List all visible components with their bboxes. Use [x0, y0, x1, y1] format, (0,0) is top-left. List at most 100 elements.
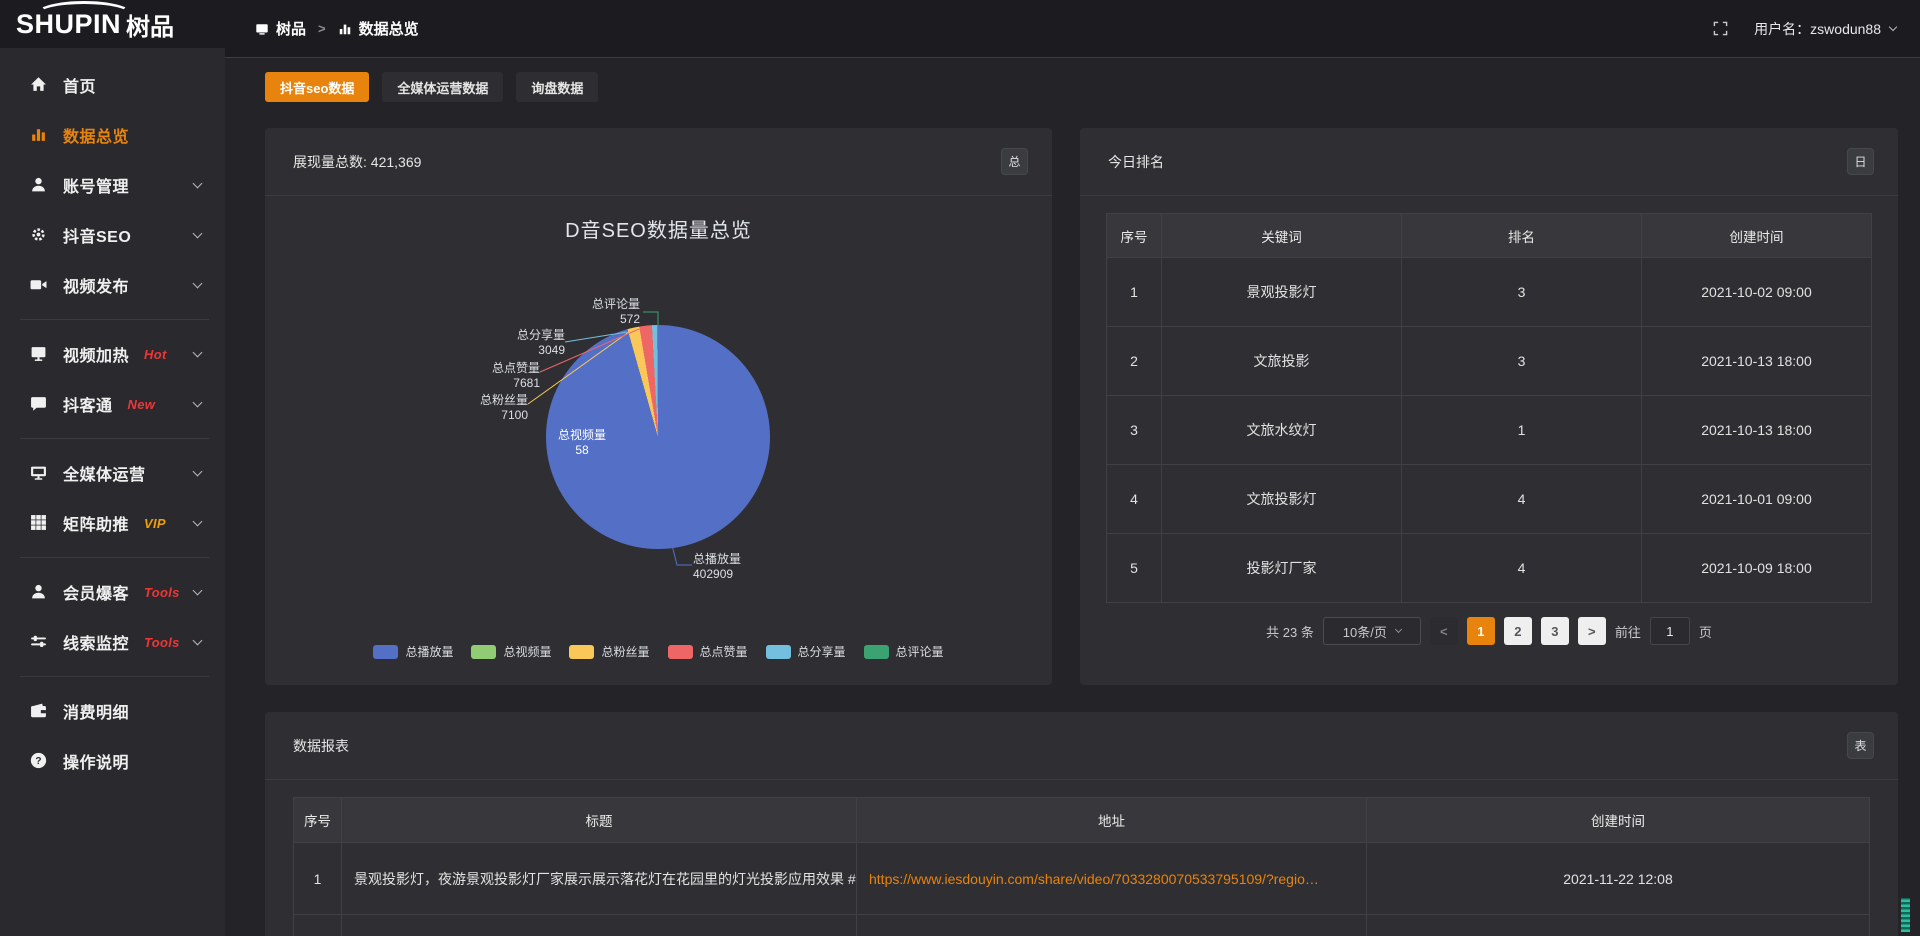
- day-badge-button[interactable]: 日: [1847, 148, 1874, 175]
- sidebar-item-label: 数据总览: [63, 123, 129, 147]
- question-icon: ?: [30, 752, 48, 770]
- svg-text:?: ?: [35, 756, 41, 767]
- pie-callout-label: 总评论量572: [550, 297, 640, 327]
- sidebar-item-label: 抖客通: [63, 392, 113, 416]
- page-button-1[interactable]: 1: [1467, 617, 1495, 645]
- table-cell: 5: [1107, 534, 1162, 603]
- table-cell: 1: [1107, 258, 1162, 327]
- pie-chart-area[interactable]: D音SEO数据量总览 总播放量402909总视频量58总粉丝量7100总点赞量7…: [265, 196, 1052, 684]
- sliders-icon: [30, 633, 48, 651]
- legend-item[interactable]: 总评论量: [864, 643, 944, 660]
- impressions-label: 展现量总数:: [293, 154, 367, 170]
- impressions-total: 展现量总数: 421,369: [293, 152, 421, 172]
- legend-item[interactable]: 总粉丝量: [569, 643, 649, 660]
- sidebar-item-home[interactable]: 首页: [0, 60, 225, 110]
- legend-item[interactable]: 总视频量: [471, 643, 551, 660]
- chevron-down-icon: [193, 279, 203, 289]
- table-cell: 3: [1402, 258, 1642, 327]
- sidebar-item-douketong[interactable]: 抖客通New: [0, 379, 225, 429]
- breadcrumb-item-app[interactable]: 树品: [255, 18, 306, 39]
- chevron-down-icon: [193, 229, 203, 239]
- report-title-cell: 景观投影灯，夜游景观投影灯厂家展示展示落花灯在花园里的灯光投影应用效果 #: [342, 843, 857, 915]
- breadcrumb-label: 树品: [276, 18, 306, 39]
- sidebar-item-operation-guide[interactable]: ? 操作说明: [0, 736, 225, 786]
- table-cell: [857, 915, 1367, 936]
- legend-label: 总分享量: [798, 643, 846, 660]
- sidebar-item-video-heating[interactable]: 视频加热Hot: [0, 329, 225, 379]
- tab-douyin-seo-data[interactable]: 抖音seo数据: [265, 72, 369, 102]
- breadcrumb-separator: >: [318, 21, 326, 36]
- report-panel: 数据报表 表 序号标题地址创建时间 1景观投影灯，夜游景观投影灯厂家展示展示落花…: [265, 712, 1898, 936]
- legend-item[interactable]: 总分享量: [766, 643, 846, 660]
- pie-callout-label: 总播放量402909: [693, 552, 783, 582]
- page-size-select[interactable]: 10条/页: [1323, 617, 1421, 645]
- sidebar-item-label: 抖音SEO: [63, 223, 131, 247]
- rank-panel-title: 今日排名: [1108, 152, 1164, 172]
- table-cell: 文旅投影灯: [1162, 465, 1402, 534]
- sidebar-divider: [20, 557, 209, 558]
- sidebar-item-video-publish[interactable]: 视频发布: [0, 260, 225, 310]
- pie-callout-label: 总粉丝量7100: [438, 393, 528, 423]
- total-badge-button[interactable]: 总: [1001, 148, 1028, 175]
- page-button-2[interactable]: 2: [1504, 617, 1532, 645]
- monitor-icon: [30, 464, 48, 482]
- prev-page-button[interactable]: <: [1430, 617, 1458, 645]
- sidebar-divider: [20, 319, 209, 320]
- breadcrumb-item-current[interactable]: 数据总览: [338, 18, 419, 39]
- tab-media-operation-data[interactable]: 全媒体运营数据: [382, 72, 503, 102]
- chart-panel-header: 展现量总数: 421,369 总: [265, 128, 1052, 196]
- table-cell: 投影灯厂家: [1162, 534, 1402, 603]
- next-page-button[interactable]: >: [1578, 617, 1606, 645]
- report-link[interactable]: https://www.iesdouyin.com/share/video/70…: [869, 871, 1319, 887]
- top-right-tools: 用户名： zswodun88: [1713, 19, 1896, 39]
- legend-swatch: [373, 645, 398, 659]
- table-cell: 2021-10-02 09:00: [1642, 258, 1872, 327]
- table-cell: 4: [1402, 534, 1642, 603]
- table-cell: 1: [294, 843, 342, 915]
- pie-chart[interactable]: [546, 325, 770, 549]
- sidebar-item-data-overview[interactable]: 数据总览: [0, 110, 225, 160]
- sidebar-item-label: 视频发布: [63, 273, 129, 297]
- legend-item[interactable]: 总点赞量: [668, 643, 748, 660]
- sidebar-item-badge: VIP: [144, 516, 166, 531]
- main-content: 抖音seo数据 全媒体运营数据 询盘数据 展现量总数: 421,369 总 D音…: [225, 58, 1920, 936]
- column-header: 地址: [857, 798, 1367, 843]
- logo[interactable]: SHUPIN 树品: [0, 0, 225, 48]
- sidebar-divider: [20, 676, 209, 677]
- pie-callout-label: 总分享量3049: [475, 328, 565, 358]
- logo-text-cn: 树品: [126, 7, 174, 42]
- floating-widget[interactable]: [1901, 898, 1910, 932]
- fullscreen-icon[interactable]: [1713, 21, 1728, 36]
- sidebar-item-label: 操作说明: [63, 749, 129, 773]
- column-header: 序号: [1107, 214, 1162, 258]
- rank-table: 序号关键词排名创建时间 1景观投影灯32021-10-02 09:002文旅投影…: [1106, 213, 1872, 603]
- pagination-total: 共 23 条: [1266, 622, 1314, 641]
- pagination: 共 23 条 10条/页 < 123 > 前往 页: [1106, 617, 1872, 645]
- table-row: 3文旅水纹灯12021-10-13 18:00: [1107, 396, 1872, 465]
- home-icon: [30, 76, 48, 94]
- goto-page-input[interactable]: [1650, 617, 1690, 645]
- table-header-row: 序号关键词排名创建时间: [1107, 214, 1872, 258]
- sidebar-item-media-operation[interactable]: 全媒体运营: [0, 448, 225, 498]
- page-button-3[interactable]: 3: [1541, 617, 1569, 645]
- table-cell: [1367, 915, 1870, 936]
- sidebar-item-member-baoke[interactable]: 会员爆客Tools: [0, 567, 225, 617]
- sidebar-item-douyin-seo[interactable]: 抖音SEO: [0, 210, 225, 260]
- table-cell: 文旅水纹灯: [1162, 396, 1402, 465]
- report-table: 序号标题地址创建时间 1景观投影灯，夜游景观投影灯厂家展示展示落花灯在花园里的灯…: [293, 797, 1870, 936]
- pie-callout-label: 总点赞量7681: [450, 361, 540, 391]
- app-window-icon: [255, 22, 269, 36]
- sidebar-menu: 首页数据总览账号管理抖音SEO 视频发布视频加热Hot抖客通New 全媒体运营矩阵助…: [0, 48, 225, 786]
- user-menu[interactable]: 用户名： zswodun88: [1754, 19, 1896, 39]
- table-badge-button[interactable]: 表: [1847, 732, 1874, 759]
- sidebar-item-account-management[interactable]: 账号管理: [0, 160, 225, 210]
- sidebar-item-consumption-details[interactable]: 消费明细: [0, 686, 225, 736]
- sidebar-item-clue-monitoring[interactable]: 线索监控Tools: [0, 617, 225, 667]
- legend-item[interactable]: 总播放量: [373, 643, 453, 660]
- sidebar-item-matrix-boost[interactable]: 矩阵助推VIP: [0, 498, 225, 548]
- top-bar: 树品 > 数据总览 用户名： zswodun88: [225, 0, 1920, 58]
- table-cell: 2021-10-01 09:00: [1642, 465, 1872, 534]
- legend-label: 总视频量: [503, 643, 551, 660]
- tab-inquiry-data[interactable]: 询盘数据: [516, 72, 598, 102]
- sidebar-item-label: 消费明细: [63, 699, 129, 723]
